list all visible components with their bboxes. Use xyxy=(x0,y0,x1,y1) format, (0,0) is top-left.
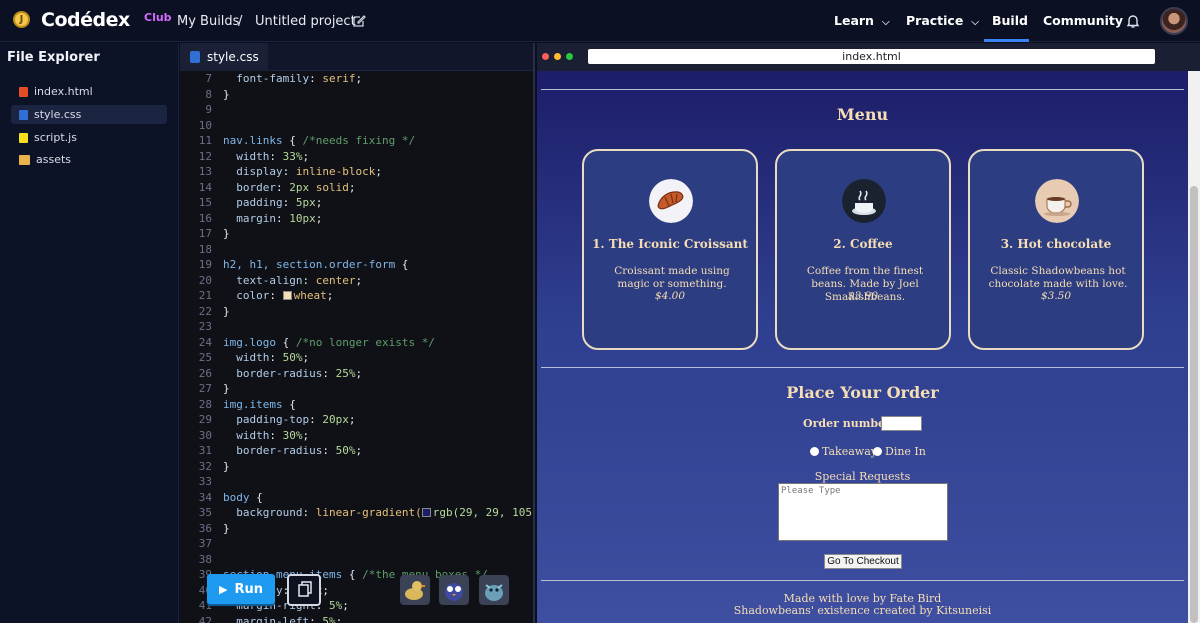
order-number-input[interactable] xyxy=(881,416,922,431)
nav-practice[interactable]: Practice ⌵ xyxy=(906,13,979,28)
checkout-button[interactable]: Go To Checkout xyxy=(824,554,902,569)
order-heading: Place Your Order xyxy=(786,383,939,402)
menu-heading: Menu xyxy=(836,105,889,124)
divider xyxy=(541,89,1184,90)
item-title: 2. Coffee xyxy=(833,237,893,251)
code-lines[interactable]: 7 font-family: serif; 8} 9 10 11 nav.link… xyxy=(180,71,533,623)
item-price: $3.90 xyxy=(847,290,879,302)
bell-icon[interactable] xyxy=(1125,13,1141,29)
croissant-icon xyxy=(649,179,693,223)
coffee-icon xyxy=(842,179,886,223)
special-requests-label: Special Requests xyxy=(814,470,911,483)
folder-icon xyxy=(19,154,30,165)
item-description: Croissant made using magic or something. xyxy=(614,265,730,290)
menu-card-hot-chocolate: 3. Hot chocolate Classic Shadowbeans hot… xyxy=(968,149,1144,350)
chevron-down-icon: ⌵ xyxy=(881,17,890,28)
menu-card-croissant: 1. The Iconic Croissant Croissant made u… xyxy=(582,149,758,350)
dine-in-option[interactable]: Dine In xyxy=(873,445,926,458)
html-file-icon xyxy=(19,86,28,97)
project-title[interactable]: Untitled project xyxy=(255,14,356,29)
edit-icon[interactable] xyxy=(352,14,366,28)
file-explorer: File Explorer index.html style.css scrip… xyxy=(0,43,179,623)
menu-card-coffee: 2. Coffee Coffee from the finest beans. … xyxy=(775,149,951,350)
user-avatar[interactable] xyxy=(1160,7,1188,35)
divider xyxy=(541,580,1184,581)
file-index-html[interactable]: index.html xyxy=(11,82,167,101)
item-price: $3.50 xyxy=(1040,290,1072,302)
item-title: 1. The Iconic Croissant xyxy=(592,237,748,251)
code-editor[interactable]: style.css 7 font-family: serif; 8} 9 10 … xyxy=(180,43,535,623)
folder-assets[interactable]: assets xyxy=(11,150,167,169)
special-requests-textarea[interactable]: Please Type xyxy=(778,483,948,541)
top-bar: J Codédex Club My Builds / Untitled proj… xyxy=(0,0,1200,42)
preview-url-bar: index.html xyxy=(537,43,1200,71)
nav-community[interactable]: Community xyxy=(1043,13,1123,28)
tab-style-css[interactable]: style.css xyxy=(180,43,268,71)
brand-logo[interactable]: Codédex xyxy=(41,9,130,31)
dragon-pet-icon[interactable] xyxy=(479,575,509,605)
preview-url[interactable]: index.html xyxy=(588,49,1155,64)
item-description: Classic Shadowbeans hot chocolate made w… xyxy=(988,265,1128,290)
club-badge: Club xyxy=(144,11,172,24)
breadcrumb-separator: / xyxy=(238,14,243,29)
close-dot-icon xyxy=(542,53,549,60)
play-icon: ▶ xyxy=(219,582,228,596)
duck-pet-icon[interactable] xyxy=(400,575,430,605)
footer-existence: Shadowbeans' existence created by Kitsun… xyxy=(733,604,992,617)
chevron-down-icon: ⌵ xyxy=(971,17,979,28)
breadcrumb-my-builds[interactable]: My Builds xyxy=(177,14,239,29)
js-file-icon xyxy=(19,132,28,143)
css-file-icon xyxy=(19,109,28,120)
preview-pane: index.html Menu 1. The Iconic Croissant … xyxy=(537,43,1200,623)
active-nav-indicator xyxy=(984,39,1029,42)
file-script-js[interactable]: script.js xyxy=(11,128,167,147)
hot-chocolate-icon xyxy=(1035,179,1079,223)
takeaway-option[interactable]: Takeaway xyxy=(810,445,877,458)
dine-in-radio[interactable] xyxy=(873,447,882,456)
codedex-coin-icon[interactable]: J xyxy=(13,11,30,28)
run-button[interactable]: ▶ Run xyxy=(207,574,275,604)
item-price: $4.00 xyxy=(654,290,686,302)
item-title: 3. Hot chocolate xyxy=(1000,237,1112,251)
editor-tab-bar: style.css xyxy=(180,43,533,71)
minimize-dot-icon xyxy=(554,53,561,60)
maximize-dot-icon xyxy=(566,53,573,60)
rendered-page: Menu 1. The Iconic Croissant Croissant m… xyxy=(537,71,1188,623)
file-style-css[interactable]: style.css xyxy=(11,105,167,124)
owl-pet-icon[interactable] xyxy=(439,575,469,605)
css-file-icon xyxy=(190,51,200,63)
explorer-title: File Explorer xyxy=(7,50,100,65)
divider xyxy=(541,367,1184,368)
takeaway-radio[interactable] xyxy=(810,447,819,456)
copy-icon xyxy=(298,581,312,597)
nav-learn[interactable]: Learn ⌵ xyxy=(834,13,890,28)
copy-button[interactable] xyxy=(287,574,321,606)
preview-scroll-thumb[interactable] xyxy=(1190,186,1198,623)
nav-build[interactable]: Build xyxy=(992,13,1028,28)
